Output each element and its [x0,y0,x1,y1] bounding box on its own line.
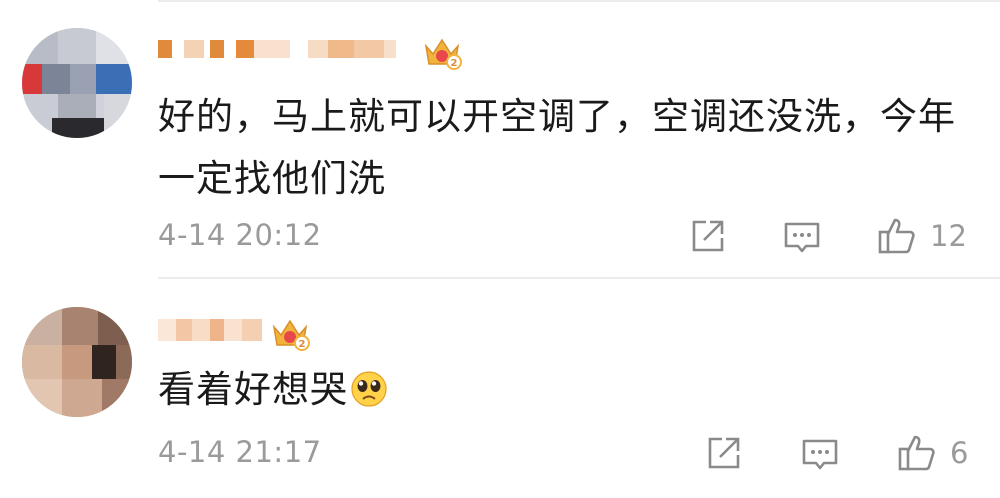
like-count: 6 [950,436,969,470]
share-button[interactable] [688,212,728,260]
crown-badge-icon: 2 [422,34,462,74]
avatar[interactable] [22,28,132,138]
comment-item-2: 2 看着好想哭 4-14 21:17 6 [0,279,1000,498]
thumbs-up-icon [896,432,938,474]
comment-item-1: 2 好的，马上就可以开空调了，空调还没洗，今年一定找他们洗 4-14 20:12 [0,0,1000,278]
avatar[interactable] [22,307,132,417]
share-icon [704,433,744,473]
username-row[interactable]: 2 [158,28,478,70]
comment-icon [800,433,840,473]
username-blurred[interactable] [158,317,268,343]
pleading-face-emoji [350,365,388,427]
svg-text:2: 2 [451,58,458,69]
comment-text-row: 看着好想哭 [158,359,978,427]
share-icon [688,216,728,256]
like-button[interactable]: 6 [896,429,968,477]
comment-button[interactable] [800,429,840,477]
comment-button[interactable] [782,212,822,260]
comment-icon [782,216,822,256]
like-count: 12 [930,219,967,253]
share-button[interactable] [704,429,744,477]
like-button[interactable]: 12 [876,212,967,260]
comment-meta-row: 4-14 21:17 6 [158,429,1000,477]
comment-text: 好的，马上就可以开空调了，空调还没洗，今年一定找他们洗 [158,95,956,200]
comment-timestamp: 4-14 20:12 [158,218,322,252]
crown-badge-icon: 2 [270,315,310,355]
comment-timestamp: 4-14 21:17 [158,435,322,469]
svg-text:2: 2 [299,339,306,350]
username-blurred[interactable] [158,36,398,62]
comment-meta-row: 4-14 20:12 12 [158,212,1000,260]
username-row[interactable]: 2 [158,309,358,351]
comment-text: 看着好想哭 [158,368,348,411]
thumbs-up-icon [876,215,918,257]
